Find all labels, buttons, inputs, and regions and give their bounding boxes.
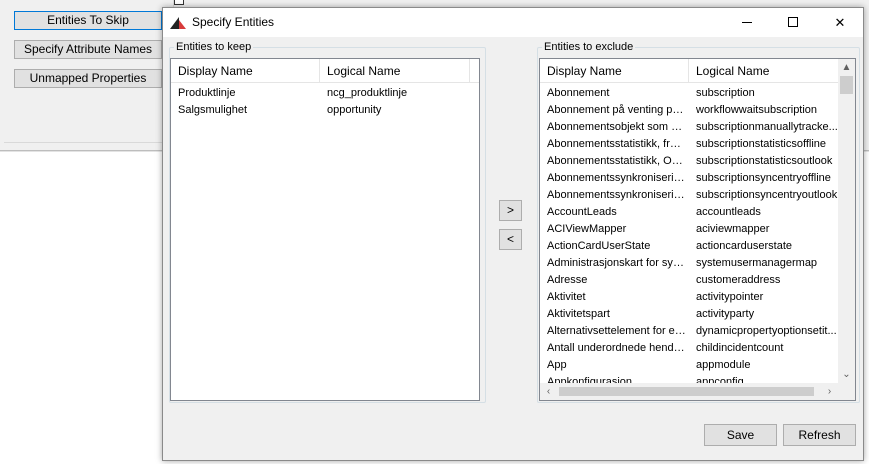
scroll-left-icon[interactable]: ‹ xyxy=(540,383,557,400)
display-name-cell: ActionCardUserState xyxy=(547,240,651,252)
display-name-cell: Alternativsettelement for eg... xyxy=(547,325,686,337)
background-cropped-strip xyxy=(184,0,484,5)
dialog-title: Specify Entities xyxy=(192,15,275,29)
exclude-col-display-name[interactable]: Display Name xyxy=(540,59,689,83)
scroll-right-icon[interactable]: › xyxy=(821,383,838,400)
display-name-cell: Abonnementssynkronisering... xyxy=(547,172,686,184)
display-name-cell: Abonnement xyxy=(547,87,610,99)
vertical-scroll-thumb[interactable] xyxy=(840,76,853,94)
display-name-cell: Administrasjonskart for syste... xyxy=(547,257,686,269)
exclude-list-item[interactable]: Adresse customeraddress xyxy=(540,272,838,289)
logical-name-cell: actioncarduserstate xyxy=(696,240,792,252)
keep-col-logical-name[interactable]: Logical Name xyxy=(320,59,470,83)
logical-name-cell: accountleads xyxy=(696,206,761,218)
exclude-group-legend: Entities to exclude xyxy=(544,41,634,53)
exclude-list-item[interactable]: Abonnementssynkronisering... subscription… xyxy=(540,170,838,187)
exclude-list-item[interactable]: AccountLeads accountleads xyxy=(540,204,838,221)
specify-entities-dialog: Specify Entities ✕ Entities to keep Disp… xyxy=(162,7,864,461)
maximize-button[interactable] xyxy=(771,8,817,37)
save-button[interactable]: Save xyxy=(704,424,777,446)
logical-name-cell: activitypointer xyxy=(696,291,764,303)
display-name-cell: App xyxy=(547,359,567,371)
close-button[interactable]: ✕ xyxy=(817,8,863,37)
logical-name-cell: aciviewmapper xyxy=(696,223,770,235)
exclude-list-item[interactable]: ACIViewMapper aciviewmapper xyxy=(540,221,838,238)
logical-name-cell: appmodule xyxy=(696,359,751,371)
scroll-down-icon[interactable]: ⌄ xyxy=(838,366,855,383)
display-name-cell: Aktivitet xyxy=(547,291,586,303)
keep-list-item[interactable]: Produktlinje ncg_produktlinje xyxy=(171,85,479,102)
background-checkbox[interactable] xyxy=(174,0,184,5)
display-name-cell: Abonnement på venting på ... xyxy=(547,104,686,116)
exclude-list-item[interactable]: Antall underordnede hendel... childincide… xyxy=(540,340,838,357)
logical-name-cell: ncg_produktlinje xyxy=(327,87,408,99)
keep-group-legend: Entities to keep xyxy=(176,41,252,53)
exclude-list-header: Display Name Logical Name xyxy=(540,59,838,83)
display-name-cell: ACIViewMapper xyxy=(547,223,627,235)
logical-name-cell: subscription xyxy=(696,87,755,99)
logical-name-cell: opportunity xyxy=(327,104,382,116)
keep-list[interactable]: Display Name Logical Name Produktlinje nc… xyxy=(170,58,480,401)
exclude-list-item[interactable]: Abonnementsobjekt som sp... subscriptionm… xyxy=(540,119,838,136)
exclude-list-item[interactable]: Abonnement på venting på ... workflowwait… xyxy=(540,102,838,119)
exclude-list[interactable]: Display Name Logical Name Abonnement subs… xyxy=(539,58,856,401)
scrollbar-corner xyxy=(838,383,855,400)
logical-name-cell: systemusermanagermap xyxy=(696,257,818,269)
logical-name-cell: subscriptionstatisticsoffline xyxy=(696,138,827,150)
maximize-icon xyxy=(788,17,798,27)
logical-name-cell: subscriptionsyncentryoffline xyxy=(696,172,831,184)
exclude-col-logical-name[interactable]: Logical Name xyxy=(689,59,838,83)
display-name-cell: Salgsmulighet xyxy=(178,104,248,116)
exclude-list-item[interactable]: App appmodule xyxy=(540,357,838,374)
logical-name-cell: subscriptionsyncentryoutlook xyxy=(696,189,838,201)
entities-to-skip-button[interactable]: Entities To Skip xyxy=(14,11,162,30)
display-name-cell: AccountLeads xyxy=(547,206,617,218)
logical-name-cell: subscriptionmanuallytracke... xyxy=(696,121,838,133)
close-icon: ✕ xyxy=(834,15,846,30)
exclude-list-item[interactable]: Aktivitet activitypointer xyxy=(540,289,838,306)
specify-attribute-names-button[interactable]: Specify Attribute Names xyxy=(14,40,162,59)
refresh-button[interactable]: Refresh xyxy=(783,424,856,446)
logical-name-cell: customeraddress xyxy=(696,274,781,286)
unmapped-properties-button[interactable]: Unmapped Properties xyxy=(14,69,162,88)
move-to-exclude-button[interactable]: > xyxy=(499,200,522,221)
logical-name-cell: workflowwaitsubscription xyxy=(696,104,818,116)
exclude-list-item[interactable]: Administrasjonskart for syste... systemus… xyxy=(540,255,838,272)
scroll-up-icon[interactable]: ▲ xyxy=(838,59,855,76)
keep-list-item[interactable]: Salgsmulighet opportunity xyxy=(171,102,479,119)
keep-col-display-name[interactable]: Display Name xyxy=(171,59,320,83)
exclude-list-item[interactable]: Alternativsettelement for eg... dynamicpr… xyxy=(540,323,838,340)
horizontal-scroll-thumb[interactable] xyxy=(559,387,814,396)
logical-name-cell: activityparty xyxy=(696,308,755,320)
display-name-cell: Abonnementsstatistikk, frak... xyxy=(547,138,686,150)
display-name-cell: Aktivitetspart xyxy=(547,308,610,320)
display-name-cell: Produktlinje xyxy=(178,87,236,99)
display-name-cell: Abonnementsstatistikk, Outl... xyxy=(547,155,686,167)
exclude-list-item[interactable]: Abonnement subscription xyxy=(540,85,838,102)
logical-name-cell: childincidentcount xyxy=(696,342,784,354)
exclude-list-item[interactable]: Abonnementsstatistikk, Outl... subscripti… xyxy=(540,153,838,170)
exclude-list-item[interactable]: Abonnementssynkronisering... subscription… xyxy=(540,187,838,204)
exclude-list-item[interactable]: Aktivitetspart activityparty xyxy=(540,306,838,323)
display-name-cell: Abonnementssynkronisering... xyxy=(547,189,686,201)
exclude-list-item[interactable]: ActionCardUserState actioncarduserstate xyxy=(540,238,838,255)
display-name-cell: Antall underordnede hendel... xyxy=(547,342,686,354)
display-name-cell: Abonnementsobjekt som sp... xyxy=(547,121,686,133)
keep-list-header: Display Name Logical Name xyxy=(171,59,479,83)
app-logo-icon xyxy=(170,17,186,29)
display-name-cell: Adresse xyxy=(547,274,588,286)
vertical-scrollbar[interactable]: ▲ ⌄ xyxy=(838,59,855,383)
minimize-icon xyxy=(742,22,752,23)
move-to-keep-button[interactable]: < xyxy=(499,229,522,250)
title-bar[interactable]: Specify Entities ✕ xyxy=(163,8,863,37)
logical-name-cell: dynamicpropertyoptionsetit... xyxy=(696,325,837,337)
minimize-button[interactable] xyxy=(725,8,771,37)
horizontal-scrollbar[interactable]: ‹ › xyxy=(540,383,838,400)
exclude-list-item[interactable]: Abonnementsstatistikk, frak... subscripti… xyxy=(540,136,838,153)
logical-name-cell: subscriptionstatisticsoutlook xyxy=(696,155,833,167)
